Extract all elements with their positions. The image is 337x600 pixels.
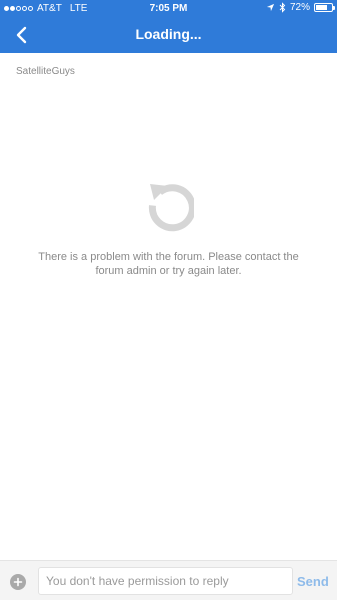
location-arrow-icon: [266, 3, 275, 12]
reload-icon[interactable]: [142, 178, 194, 234]
page-title: Loading...: [135, 26, 202, 42]
nav-bar: Loading...: [0, 18, 337, 53]
battery-icon: [314, 3, 335, 12]
status-bar: AT&T LTE 7:05 PM 72%: [0, 0, 337, 18]
attach-button[interactable]: [10, 574, 26, 590]
reply-bar: Send: [0, 560, 337, 600]
reply-input[interactable]: [38, 567, 293, 595]
plus-circle-icon: [13, 577, 23, 587]
bluetooth-icon: [279, 2, 286, 13]
send-button[interactable]: Send: [297, 574, 329, 589]
app-header: AT&T LTE 7:05 PM 72% Loading...: [0, 0, 337, 53]
forum-name: SatelliteGuys: [16, 66, 75, 77]
battery-percent: 72%: [289, 2, 310, 13]
error-message: There is a problem with the forum. Pleas…: [38, 251, 299, 277]
battery-level: [316, 5, 327, 10]
status-right: 72%: [266, 2, 335, 13]
